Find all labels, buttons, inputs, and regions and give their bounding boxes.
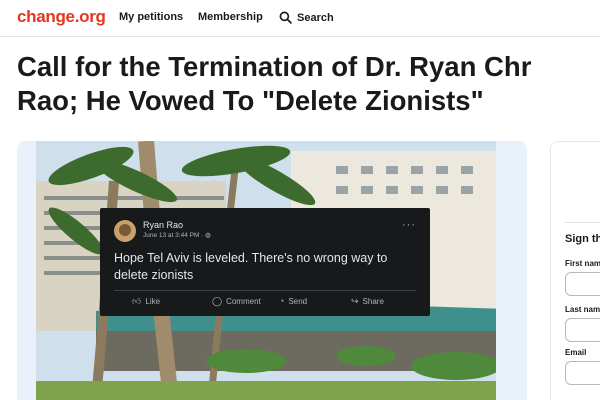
petition-title-line-2: Rao; He Vowed To "Delete Zionists" — [17, 85, 484, 116]
top-navigation-bar: change.org My petitions Membership Searc… — [0, 0, 600, 36]
change-org-logo[interactable]: change.org — [17, 7, 106, 27]
email-field[interactable] — [565, 361, 600, 385]
share-arrow-icon: ↪ — [351, 296, 359, 306]
social-media-post: Ryan Rao June 13 at 3:44 PM · ◍ ··· Hope… — [100, 208, 430, 316]
messenger-icon: ◔ — [279, 296, 285, 306]
post-author-avatar — [114, 220, 136, 242]
globe-icon: ◍ — [205, 232, 211, 239]
post-send-action: ◔ Send — [279, 296, 308, 306]
sign-card-divider — [564, 222, 600, 223]
post-comment-action: ◯ Comment — [212, 296, 261, 306]
nav-membership[interactable]: Membership — [198, 11, 263, 23]
last-name-label: Last nam — [565, 305, 600, 314]
first-name-label: First nam — [565, 259, 600, 268]
search-icon — [279, 11, 292, 24]
post-actions: 👍︎ Like ◯ Comment ◔ Send ↪ Share — [114, 296, 416, 310]
search-label: Search — [297, 11, 334, 24]
header-divider — [0, 36, 600, 37]
sign-form-heading: Sign th — [565, 233, 600, 245]
post-timestamp: June 13 at 3:44 PM · ◍ — [143, 232, 211, 239]
post-divider — [114, 290, 416, 291]
petition-title-line-1: Call for the Termination of Dr. Ryan Chr — [17, 51, 532, 82]
post-text: Hope Tel Aviv is leveled. There's no wro… — [114, 251, 388, 282]
thumbs-up-icon: 👍︎ — [132, 296, 142, 306]
more-options-icon: ··· — [402, 219, 416, 231]
first-name-field[interactable] — [565, 272, 600, 296]
nav-search-button[interactable]: Search — [279, 11, 334, 24]
petition-title: Call for the Termination of Dr. Ryan Chr… — [17, 50, 600, 118]
nav-my-petitions[interactable]: My petitions — [119, 11, 183, 23]
comment-bubble-icon: ◯ — [212, 296, 223, 306]
last-name-field[interactable] — [565, 318, 600, 342]
email-label: Email — [565, 348, 587, 357]
post-author-name: Ryan Rao — [143, 220, 184, 230]
post-like-action: 👍︎ Like — [132, 296, 161, 306]
post-share-action: ↪ Share — [351, 296, 384, 306]
